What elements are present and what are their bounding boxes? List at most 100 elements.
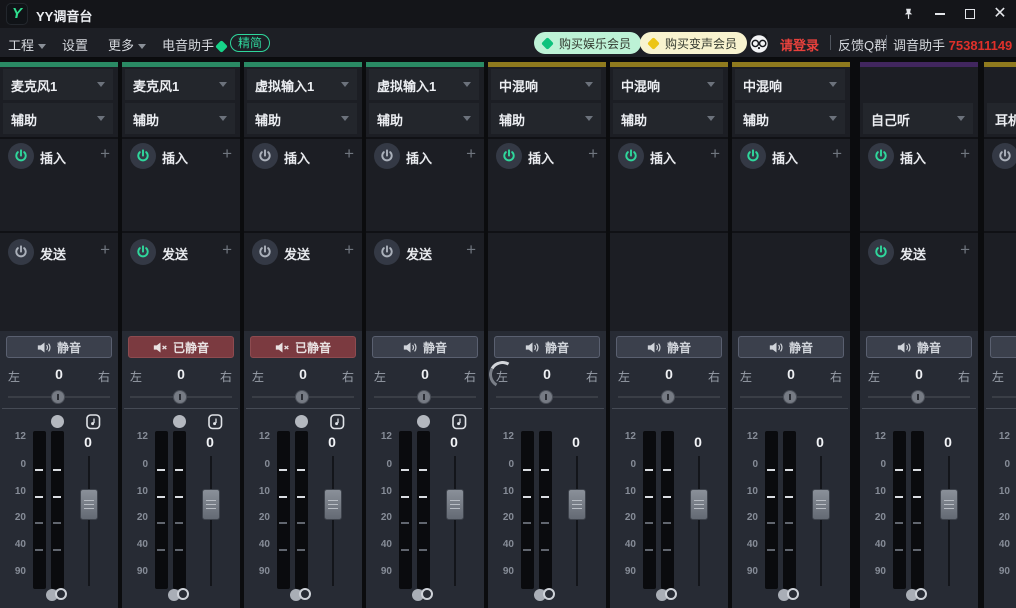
maximize-button[interactable]: [960, 5, 980, 23]
channel-source-select[interactable]: 耳机: [987, 103, 1016, 134]
stereo-link-toggle-ring[interactable]: [177, 588, 189, 600]
fader-track[interactable]: [332, 456, 334, 586]
fader-track[interactable]: [820, 456, 822, 586]
insert-power-button[interactable]: [992, 143, 1016, 169]
login-link[interactable]: 请登录: [780, 35, 819, 54]
pan-slider-knob[interactable]: [51, 390, 65, 404]
metronome-note-icon[interactable]: [208, 414, 223, 435]
mute-button[interactable]: 静音: [6, 336, 112, 358]
metronome-note-icon[interactable]: [452, 414, 467, 435]
add-insert-button[interactable]: +: [100, 144, 110, 164]
fader-track[interactable]: [948, 456, 950, 586]
insert-power-button[interactable]: [252, 143, 278, 169]
panda-icon[interactable]: [748, 32, 770, 59]
aux-select[interactable]: 辅助: [369, 103, 479, 134]
add-insert-button[interactable]: +: [832, 144, 842, 164]
fader-track[interactable]: [698, 456, 700, 586]
buy-voice-member-button[interactable]: 购买变声会员: [640, 32, 747, 54]
insert-power-button[interactable]: [8, 143, 34, 169]
aux-select[interactable]: 辅助: [3, 103, 113, 134]
fader-track[interactable]: [454, 456, 456, 586]
pin-icon[interactable]: [898, 5, 918, 23]
mute-button[interactable]: 静音: [616, 336, 722, 358]
channel-source-select[interactable]: 中混响: [491, 69, 601, 100]
add-send-button[interactable]: +: [466, 240, 476, 260]
minimize-button[interactable]: [930, 5, 950, 23]
send-power-button[interactable]: [8, 239, 34, 265]
fader-knob[interactable]: [80, 489, 98, 520]
aux-select[interactable]: 辅助: [125, 103, 235, 134]
channel-source-select[interactable]: 虚拟输入1: [247, 69, 357, 100]
channel-source-select[interactable]: 麦克风1: [3, 69, 113, 100]
fader-knob[interactable]: [812, 489, 830, 520]
add-send-button[interactable]: +: [344, 240, 354, 260]
mute-button[interactable]: 静音: [990, 336, 1016, 358]
menu-more[interactable]: 更多: [108, 35, 146, 54]
mute-button[interactable]: 已静音: [128, 336, 234, 358]
buy-entertainment-member-button[interactable]: 购买娱乐会员: [534, 32, 641, 54]
assistant-qq-number[interactable]: 调音助手 753811149: [893, 35, 1012, 54]
add-insert-button[interactable]: +: [344, 144, 354, 164]
pan-slider-knob[interactable]: [295, 390, 309, 404]
stereo-link-toggle-ring[interactable]: [543, 588, 555, 600]
menu-settings[interactable]: 设置: [62, 35, 88, 54]
fader-knob[interactable]: [324, 489, 342, 520]
close-button[interactable]: ✕: [990, 5, 1010, 23]
fader-knob[interactable]: [690, 489, 708, 520]
aux-select[interactable]: 辅助: [247, 103, 357, 134]
insert-power-button[interactable]: [130, 143, 156, 169]
lite-mode-badge[interactable]: 精简: [230, 34, 270, 52]
metronome-note-icon[interactable]: [86, 414, 101, 435]
channel-source-select[interactable]: 自己听: [863, 103, 973, 134]
pan-slider-knob[interactable]: [173, 390, 187, 404]
send-power-button[interactable]: [374, 239, 400, 265]
channel-source-select[interactable]: 麦克风1: [125, 69, 235, 100]
pan-slider-knob[interactable]: [911, 390, 925, 404]
mute-button[interactable]: 静音: [738, 336, 844, 358]
insert-power-button[interactable]: [868, 143, 894, 169]
stereo-link-toggle-ring[interactable]: [421, 588, 433, 600]
add-send-button[interactable]: +: [100, 240, 110, 260]
stereo-link-toggle-ring[interactable]: [299, 588, 311, 600]
fader-knob[interactable]: [202, 489, 220, 520]
insert-power-button[interactable]: [618, 143, 644, 169]
mute-button[interactable]: 已静音: [250, 336, 356, 358]
stereo-link-toggle-ring[interactable]: [915, 588, 927, 600]
channel-source-select[interactable]: 中混响: [613, 69, 723, 100]
pan-slider-knob[interactable]: [539, 390, 553, 404]
stereo-link-toggle-ring[interactable]: [665, 588, 677, 600]
add-insert-button[interactable]: +: [710, 144, 720, 164]
aux-select[interactable]: 辅助: [613, 103, 723, 134]
fader-knob[interactable]: [940, 489, 958, 520]
add-insert-button[interactable]: +: [960, 144, 970, 164]
mute-button[interactable]: 静音: [866, 336, 972, 358]
menu-edm-assistant[interactable]: 电音助手: [162, 35, 229, 54]
pan-slider-knob[interactable]: [783, 390, 797, 404]
mute-button[interactable]: 静音: [494, 336, 600, 358]
menu-project[interactable]: 工程: [8, 35, 46, 54]
fader-track[interactable]: [576, 456, 578, 586]
add-insert-button[interactable]: +: [222, 144, 232, 164]
insert-power-button[interactable]: [374, 143, 400, 169]
aux-select[interactable]: 辅助: [735, 103, 845, 134]
pan-slider-knob[interactable]: [417, 390, 431, 404]
fader-track[interactable]: [88, 456, 90, 586]
pan-slider-track[interactable]: [992, 396, 1016, 398]
fader-knob[interactable]: [446, 489, 464, 520]
insert-power-button[interactable]: [740, 143, 766, 169]
fader-track[interactable]: [210, 456, 212, 586]
stereo-link-toggle-ring[interactable]: [787, 588, 799, 600]
add-send-button[interactable]: +: [222, 240, 232, 260]
fader-knob[interactable]: [568, 489, 586, 520]
pan-slider-knob[interactable]: [661, 390, 675, 404]
stereo-link-toggle-ring[interactable]: [55, 588, 67, 600]
metronome-note-icon[interactable]: [330, 414, 345, 435]
mute-button[interactable]: 静音: [372, 336, 478, 358]
aux-select[interactable]: 辅助: [491, 103, 601, 134]
channel-source-select[interactable]: 虚拟输入1: [369, 69, 479, 100]
add-send-button[interactable]: +: [960, 240, 970, 260]
feedback-qq-group-link[interactable]: 反馈Q群: [838, 35, 887, 54]
insert-power-button[interactable]: [496, 143, 522, 169]
send-power-button[interactable]: [252, 239, 278, 265]
channel-source-select[interactable]: 中混响: [735, 69, 845, 100]
